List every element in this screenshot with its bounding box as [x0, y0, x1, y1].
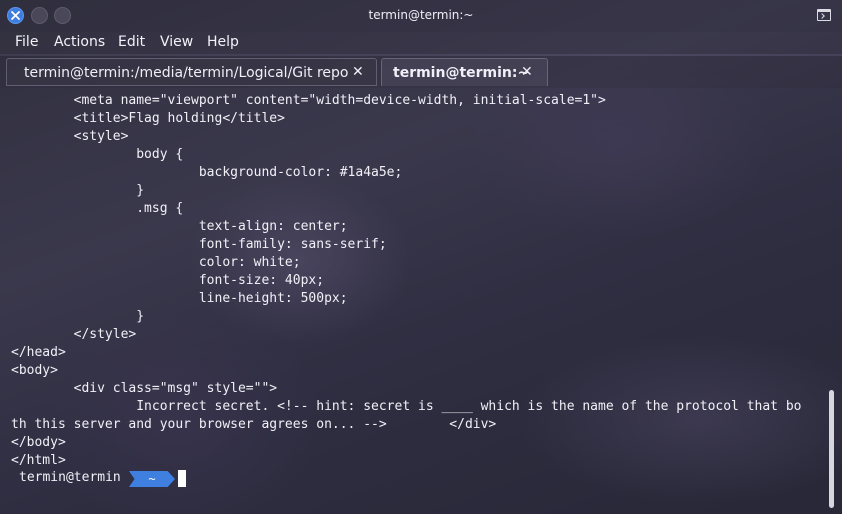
terminal-line: line-height: 500px;	[11, 291, 348, 306]
terminal-line: .msg {	[11, 201, 184, 216]
terminal-line: Incorrect secret. <!-- hint: secret is _…	[11, 399, 802, 414]
terminal-line: th this server and your browser agrees o…	[11, 417, 497, 432]
terminal-line: </style>	[11, 327, 137, 342]
menu-bar: File Actions Edit View Help	[0, 32, 842, 54]
tab-close-icon[interactable]: ✕	[352, 64, 364, 80]
prompt-user: termin@termin	[19, 470, 121, 485]
menu-edit[interactable]: Edit	[118, 34, 145, 50]
scrollbar-thumb[interactable]	[829, 390, 834, 508]
terminal-line: </body>	[11, 435, 66, 450]
window-title: termin@termin:~	[368, 8, 474, 22]
terminal-line: font-size: 40px;	[11, 273, 325, 288]
terminal-line: <body>	[11, 363, 58, 378]
terminal-line: text-align: center;	[11, 219, 348, 234]
tab-label: termin@termin:/media/termin/Logical/Git …	[24, 65, 349, 81]
menu-actions[interactable]: Actions	[54, 34, 105, 50]
scrollbar[interactable]	[826, 88, 836, 514]
tab-git-repo[interactable]: termin@termin:/media/termin/Logical/Git …	[6, 58, 377, 86]
terminal-line: </html>	[11, 453, 66, 468]
terminal-icon[interactable]	[817, 9, 831, 21]
tab-close-icon[interactable]: ✕	[521, 64, 533, 80]
terminal-line: <title>Flag holding</title>	[11, 111, 285, 126]
title-bar: termin@termin:~	[0, 0, 842, 32]
text-cursor	[178, 470, 186, 487]
terminal-line: }	[11, 183, 145, 198]
terminal-line: <meta name="viewport" content="width=dev…	[11, 93, 606, 108]
menu-file[interactable]: File	[15, 34, 38, 50]
tab-home[interactable]: termin@termin:~ ✕	[381, 58, 548, 86]
terminal-line: background-color: #1a4a5e;	[11, 165, 403, 180]
terminal-line: <style>	[11, 129, 129, 144]
terminal-line: body {	[11, 147, 184, 162]
menu-help[interactable]: Help	[207, 34, 239, 50]
terminal-window: termin@termin:~ File Actions Edit View H…	[0, 0, 842, 514]
tab-label: termin@termin:~	[393, 65, 530, 81]
terminal-output[interactable]: <meta name="viewport" content="width=dev…	[0, 88, 842, 514]
terminal-line: <div class="msg" style="">	[11, 381, 278, 396]
tab-bar: termin@termin:/media/termin/Logical/Git …	[0, 56, 842, 88]
terminal-line: font-family: sans-serif;	[11, 237, 387, 252]
terminal-line: }	[11, 309, 145, 324]
menu-view[interactable]: View	[160, 34, 193, 50]
terminal-line: color: white;	[11, 255, 301, 270]
terminal-line: </head>	[11, 345, 66, 360]
prompt-directory-badge: ~	[129, 471, 175, 487]
